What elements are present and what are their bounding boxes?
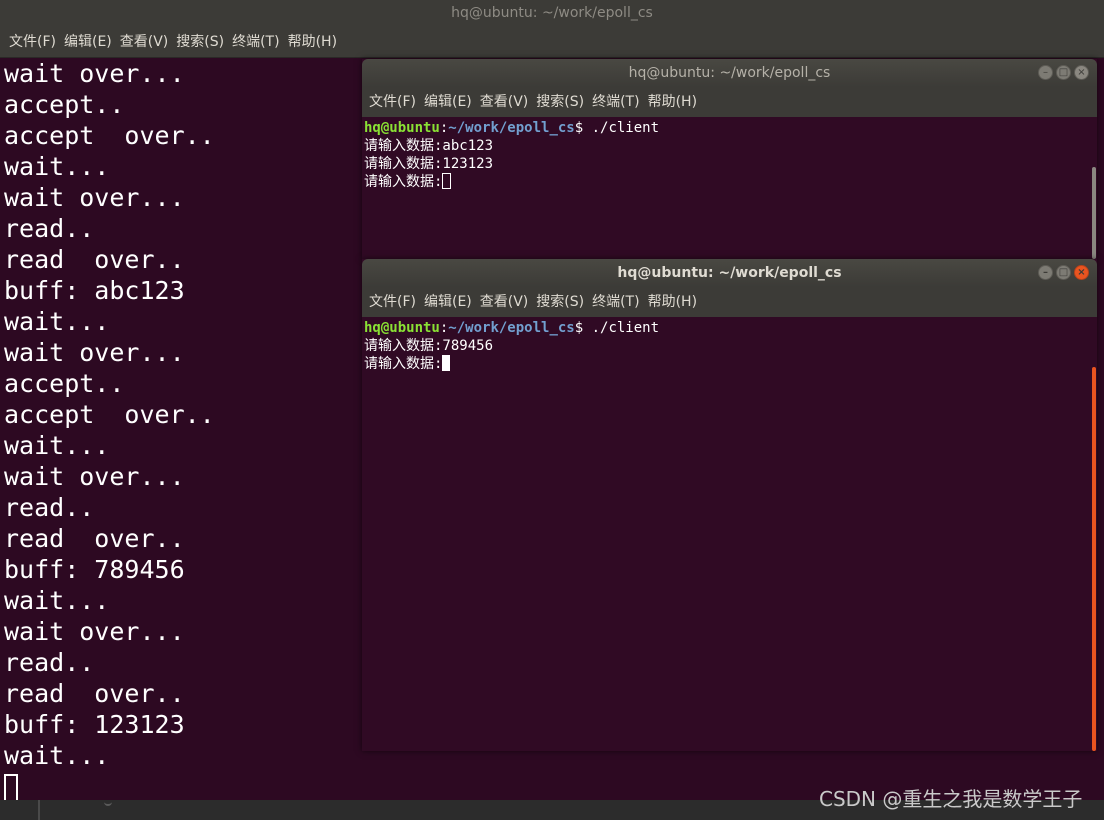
text-cursor bbox=[442, 355, 451, 371]
output-line: 请输入数据:abc123 bbox=[364, 138, 494, 154]
scrollbar[interactable] bbox=[1091, 317, 1097, 751]
output-line: read.. bbox=[4, 493, 95, 522]
menu-file[interactable]: 文件(F) bbox=[365, 287, 420, 317]
menu-terminal[interactable]: 终端(T) bbox=[228, 28, 283, 57]
input-prompt: 请输入数据: bbox=[364, 356, 443, 372]
output-line: 请输入数据:123123 bbox=[364, 156, 494, 172]
menu-terminal[interactable]: 终端(T) bbox=[588, 87, 643, 117]
desktop: hq@ubuntu: ~/work/epoll_cs 文件(F) 编辑(E) 查看(… bbox=[0, 0, 1104, 820]
window-controls: – □ × bbox=[1035, 265, 1089, 281]
divider bbox=[104, 800, 112, 806]
client-terminal-window-2[interactable]: hq@ubuntu: ~/work/epoll_cs – □ × 文件(F) 编辑(E… bbox=[362, 259, 1097, 751]
prompt-symbol: $ bbox=[574, 120, 592, 136]
watermark: CSDN @重生之我是数学王子 bbox=[819, 787, 1083, 811]
output-line: wait... bbox=[4, 307, 110, 336]
menu-view[interactable]: 查看(V) bbox=[476, 87, 533, 117]
output-line: wait over... bbox=[4, 183, 185, 212]
menu-edit[interactable]: 编辑(E) bbox=[420, 87, 476, 117]
text-cursor bbox=[4, 774, 18, 802]
menu-search[interactable]: 搜索(S) bbox=[532, 287, 588, 317]
client-terminal-2-titlebar[interactable]: hq@ubuntu: ~/work/epoll_cs – □ × bbox=[362, 259, 1097, 287]
menu-help[interactable]: 帮助(H) bbox=[644, 287, 701, 317]
window-title: hq@ubuntu: ~/work/epoll_cs bbox=[628, 65, 831, 81]
output-line: wait over... bbox=[4, 338, 185, 367]
output-line: read over.. bbox=[4, 524, 185, 553]
output-line: read.. bbox=[4, 214, 95, 243]
scrollbar-thumb[interactable] bbox=[1092, 167, 1096, 259]
minimize-button[interactable]: – bbox=[1038, 265, 1053, 280]
prompt-user: hq@ubuntu bbox=[364, 120, 440, 136]
output-line: wait over... bbox=[4, 462, 185, 491]
output-line: 请输入数据:789456 bbox=[364, 338, 494, 354]
menu-terminal[interactable]: 终端(T) bbox=[588, 287, 643, 317]
client-terminal-window-1[interactable]: hq@ubuntu: ~/work/epoll_cs – □ × 文件(F) 编辑(E… bbox=[362, 59, 1097, 259]
output-line: wait... bbox=[4, 741, 110, 770]
menu-edit[interactable]: 编辑(E) bbox=[420, 287, 476, 317]
menu-search[interactable]: 搜索(S) bbox=[172, 28, 228, 57]
output-line: accept.. bbox=[4, 90, 125, 119]
close-button[interactable]: × bbox=[1074, 265, 1089, 280]
output-line: buff: abc123 bbox=[4, 276, 185, 305]
menu-help[interactable]: 帮助(H) bbox=[284, 28, 341, 57]
minimize-icon: – bbox=[1043, 267, 1048, 278]
server-terminal-titlebar[interactable]: hq@ubuntu: ~/work/epoll_cs bbox=[0, 0, 1104, 28]
client-terminal-1-menubar: 文件(F) 编辑(E) 查看(V) 搜索(S) 终端(T) 帮助(H) bbox=[362, 87, 1097, 117]
command-text: ./client bbox=[591, 120, 660, 136]
maximize-button[interactable]: □ bbox=[1056, 265, 1071, 280]
client-terminal-1-output[interactable]: hq@ubuntu:~/work/epoll_cs$ ./client 请输入数… bbox=[364, 119, 1084, 191]
prompt-symbol: $ bbox=[574, 320, 592, 336]
output-line: read over.. bbox=[4, 679, 185, 708]
minimize-icon: – bbox=[1043, 67, 1048, 78]
output-line: read over.. bbox=[4, 245, 185, 274]
output-line: read.. bbox=[4, 648, 95, 677]
maximize-button[interactable]: □ bbox=[1056, 65, 1071, 80]
output-line: accept over.. bbox=[4, 121, 215, 150]
menu-file[interactable]: 文件(F) bbox=[365, 87, 420, 117]
output-line: wait over... bbox=[4, 617, 185, 646]
maximize-icon: □ bbox=[1058, 67, 1069, 78]
prompt-path: ~/work/epoll_cs bbox=[448, 320, 575, 336]
output-line: accept.. bbox=[4, 369, 125, 398]
close-button[interactable]: × bbox=[1074, 65, 1089, 80]
window-title: hq@ubuntu: ~/work/epoll_cs bbox=[451, 5, 653, 21]
command-text: ./client bbox=[591, 320, 660, 336]
minimize-button[interactable]: – bbox=[1038, 65, 1053, 80]
client-terminal-1-titlebar[interactable]: hq@ubuntu: ~/work/epoll_cs – □ × bbox=[362, 59, 1097, 87]
output-line: wait... bbox=[4, 152, 110, 181]
menu-view[interactable]: 查看(V) bbox=[116, 28, 173, 57]
client-terminal-2-output[interactable]: hq@ubuntu:~/work/epoll_cs$ ./client 请输入数… bbox=[364, 319, 1084, 373]
close-icon: × bbox=[1077, 67, 1086, 78]
client-terminal-2-menubar: 文件(F) 编辑(E) 查看(V) 搜索(S) 终端(T) 帮助(H) bbox=[362, 287, 1097, 317]
menu-search[interactable]: 搜索(S) bbox=[532, 87, 588, 117]
output-line: wait... bbox=[4, 431, 110, 460]
server-terminal-menubar: 文件(F) 编辑(E) 查看(V) 搜索(S) 终端(T) 帮助(H) bbox=[0, 28, 1104, 58]
output-line: buff: 789456 bbox=[4, 555, 185, 584]
menu-edit[interactable]: 编辑(E) bbox=[60, 28, 116, 57]
menu-help[interactable]: 帮助(H) bbox=[644, 87, 701, 117]
prompt-line: hq@ubuntu:~/work/epoll_cs$ ./client bbox=[364, 319, 1084, 337]
window-title: hq@ubuntu: ~/work/epoll_cs bbox=[617, 265, 842, 281]
prompt-user: hq@ubuntu bbox=[364, 320, 440, 336]
prompt-path: ~/work/epoll_cs bbox=[448, 120, 575, 136]
prompt-line: hq@ubuntu:~/work/epoll_cs$ ./client bbox=[364, 119, 1084, 137]
text-cursor bbox=[442, 173, 452, 189]
scrollbar-thumb[interactable] bbox=[1092, 367, 1096, 751]
input-prompt: 请输入数据: bbox=[364, 174, 443, 190]
input-line: 请输入数据: bbox=[364, 355, 1084, 373]
output-line: buff: 123123 bbox=[4, 710, 185, 739]
window-controls: – □ × bbox=[1035, 65, 1089, 81]
menu-file[interactable]: 文件(F) bbox=[5, 28, 60, 57]
close-icon: × bbox=[1077, 267, 1086, 278]
input-line: 请输入数据: bbox=[364, 173, 1084, 191]
output-line: wait over... bbox=[4, 59, 185, 88]
divider bbox=[38, 800, 40, 820]
output-line: wait... bbox=[4, 586, 110, 615]
server-terminal-output[interactable]: wait over... accept.. accept over.. wait… bbox=[4, 58, 356, 818]
scrollbar[interactable] bbox=[1091, 117, 1097, 259]
menu-view[interactable]: 查看(V) bbox=[476, 287, 533, 317]
output-line: accept over.. bbox=[4, 400, 215, 429]
maximize-icon: □ bbox=[1058, 267, 1069, 278]
